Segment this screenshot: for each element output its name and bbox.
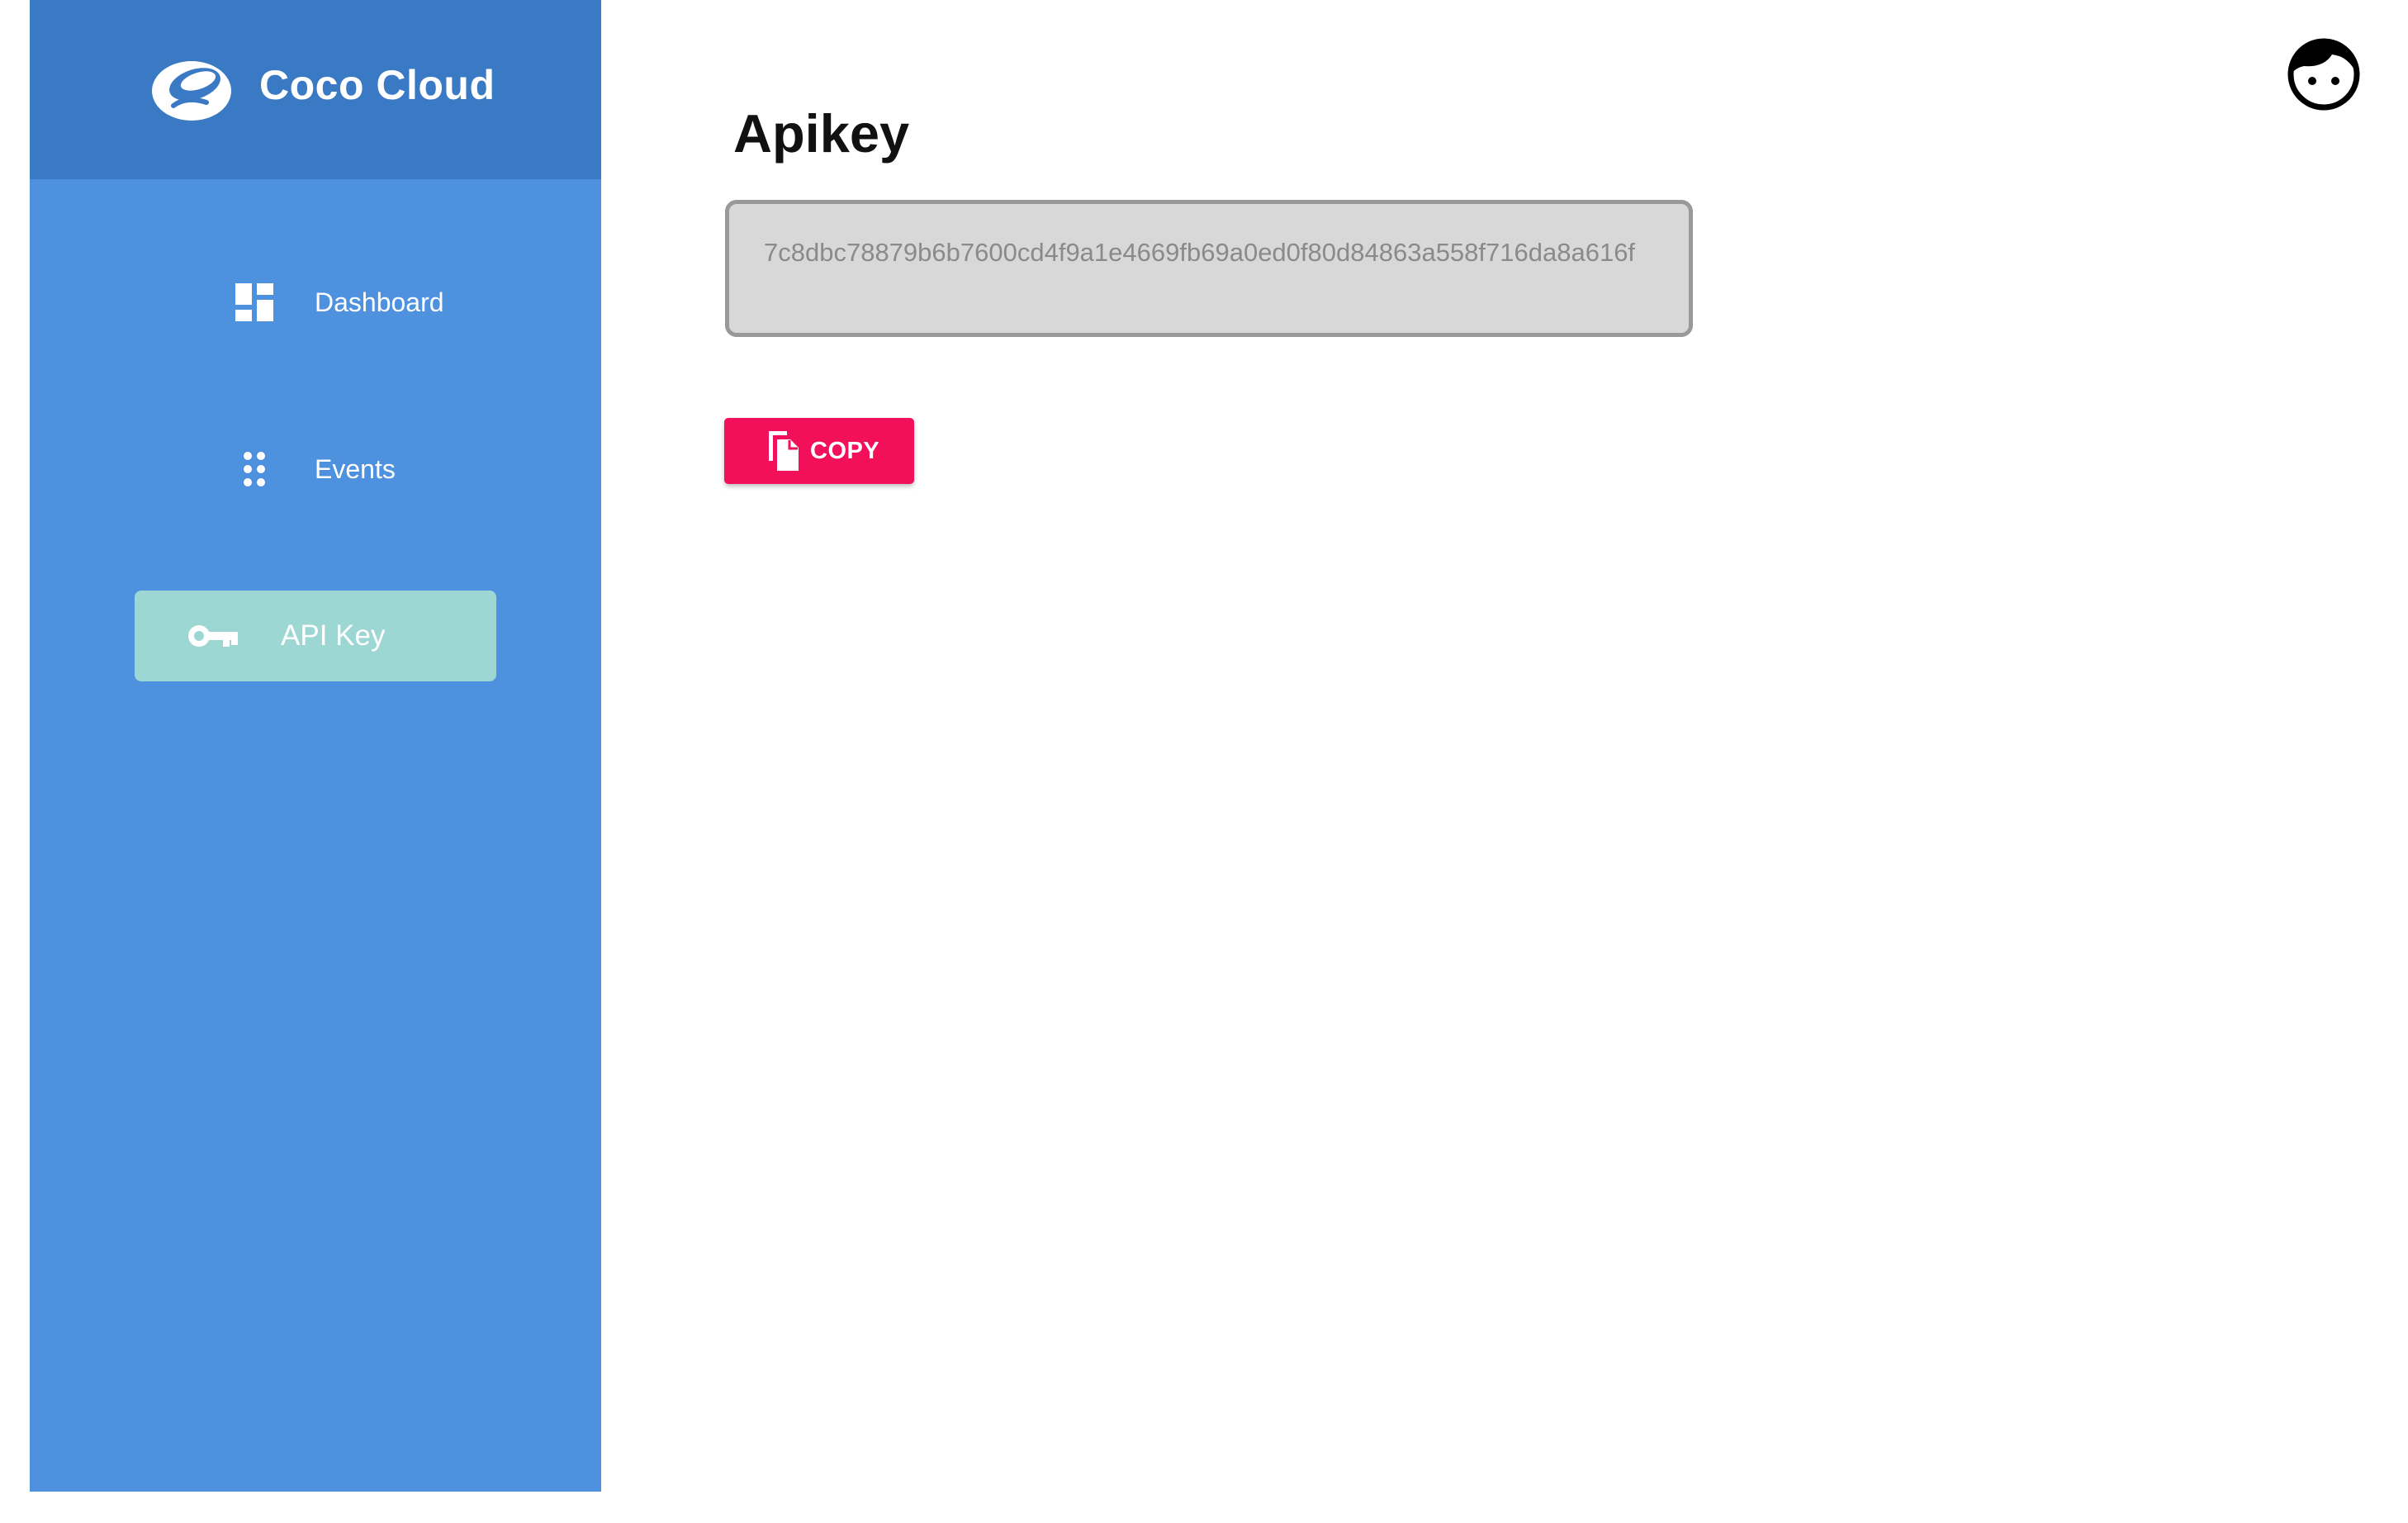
copy-icon — [769, 431, 799, 471]
api-key-field[interactable]: 7c8dbc78879b6b7600cd4f9a1e4669fb69a0ed0f… — [725, 200, 1693, 337]
sidebar-item-events[interactable]: Events — [135, 424, 496, 515]
dashboard-icon — [225, 257, 283, 348]
sidebar-item-label: Events — [315, 454, 396, 484]
page-title: Apikey — [733, 102, 910, 164]
sidebar: Coco Cloud Dashboard Events API Key — [30, 0, 601, 1492]
brand-header: Coco Cloud — [30, 0, 601, 179]
copy-button-label: COPY — [810, 438, 880, 464]
coco-cloud-logo-icon — [152, 61, 231, 121]
copy-button[interactable]: COPY — [724, 418, 914, 484]
key-icon — [184, 591, 242, 681]
sidebar-item-api-key[interactable]: API Key — [135, 591, 496, 681]
api-key-value: 7c8dbc78879b6b7600cd4f9a1e4669fb69a0ed0f… — [764, 238, 1636, 267]
sidebar-item-label: Dashboard — [315, 287, 444, 317]
brand-title: Coco Cloud — [259, 62, 495, 108]
user-face-icon[interactable] — [2287, 38, 2360, 111]
dots-grid-icon — [225, 424, 283, 515]
sidebar-item-dashboard[interactable]: Dashboard — [135, 257, 496, 348]
sidebar-item-label: API Key — [281, 619, 386, 652]
